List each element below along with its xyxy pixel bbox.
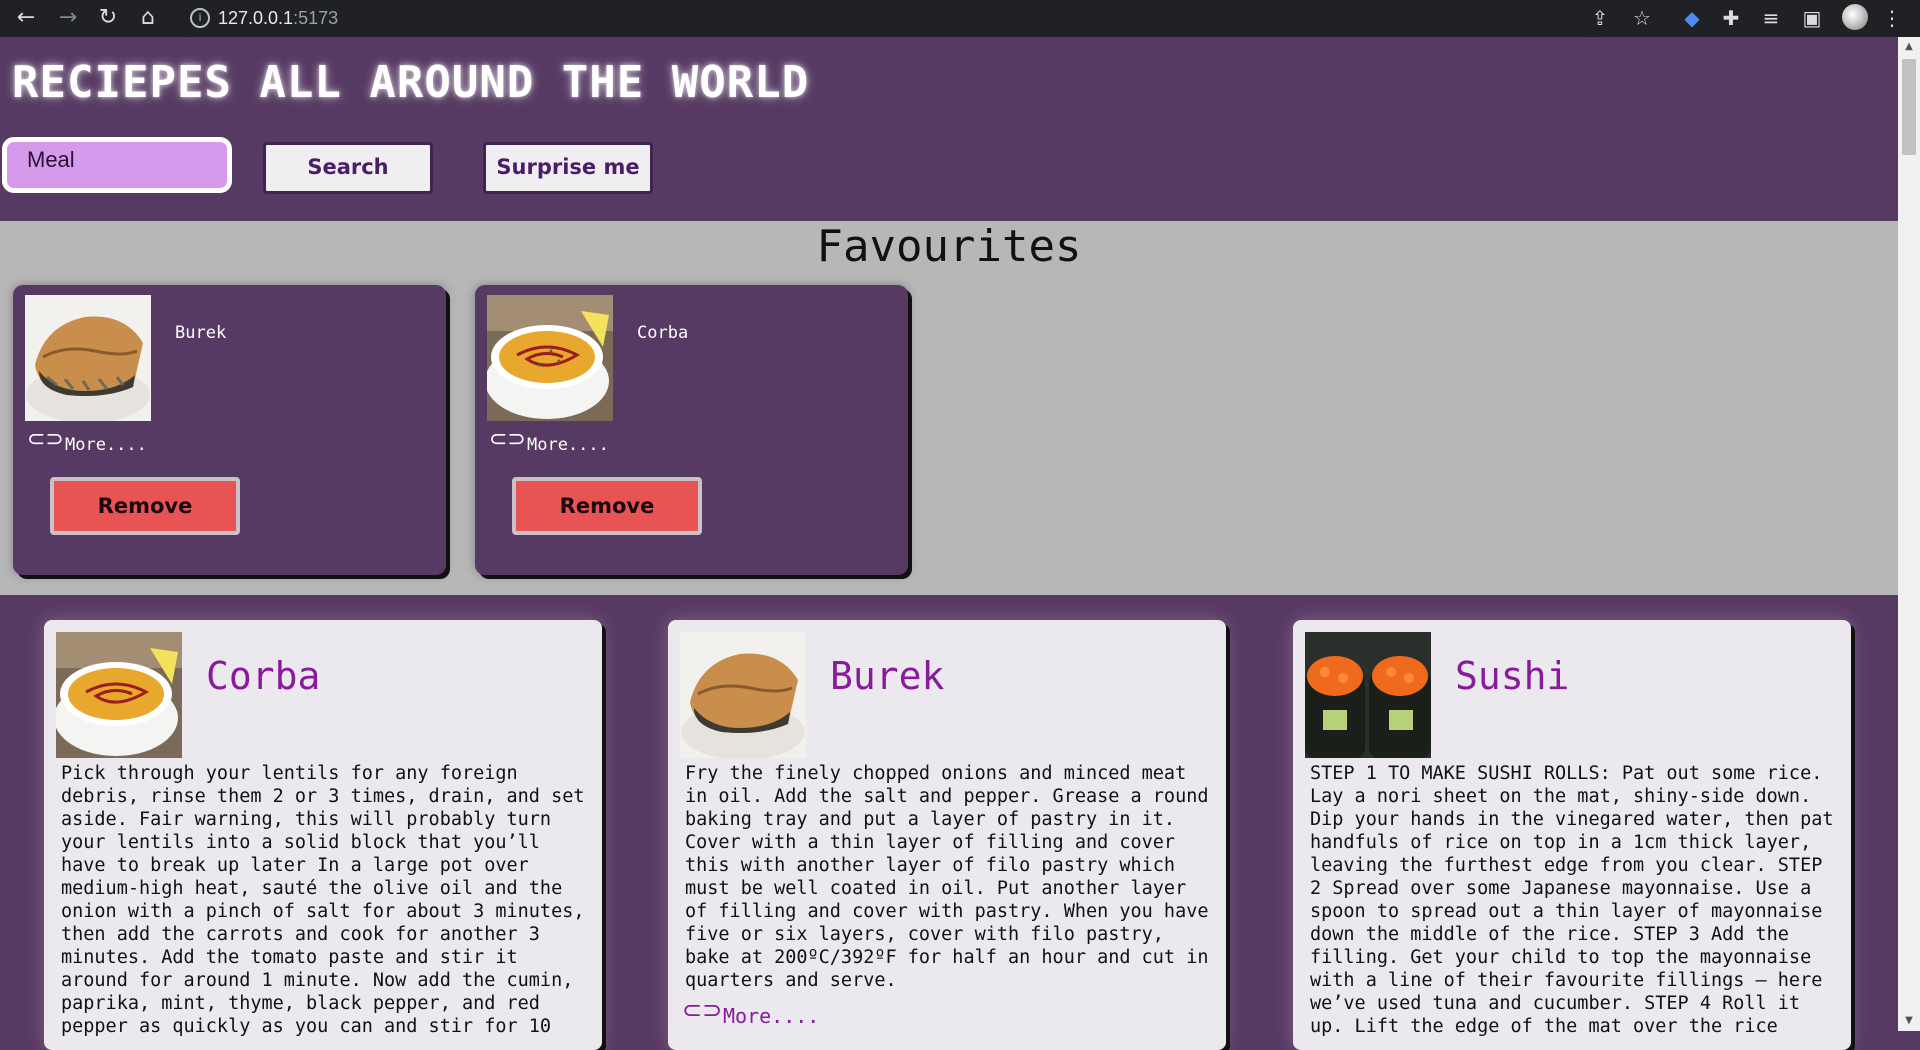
address-bar[interactable]: i 127.0.0.1:5173 (176, 2, 1606, 34)
link-icon: ⊂⊃ (682, 996, 723, 1024)
bookmark-star-icon[interactable]: ☆ (1630, 6, 1654, 30)
burek-image[interactable] (680, 632, 806, 758)
corba-image[interactable] (56, 632, 182, 758)
url-port: :5173 (293, 8, 339, 28)
share-icon[interactable]: ⇪ (1588, 6, 1612, 30)
reload-icon[interactable]: ↻ (94, 4, 122, 32)
favourites-heading: Favourites (816, 221, 1082, 272)
reading-list-icon[interactable]: ≡ (1759, 6, 1783, 30)
site-title: RECIEPES ALL AROUND THE WORLD (12, 57, 810, 108)
recipe-instructions: STEP 1 TO MAKE SUSHI ROLLS: Pat out some… (1310, 763, 1834, 1037)
burek-thumbnail[interactable] (25, 295, 151, 421)
recipe-title: Corba (206, 654, 321, 698)
search-button[interactable]: Search (263, 142, 433, 194)
scrollbar-thumb[interactable] (1902, 59, 1916, 155)
surprise-me-button[interactable]: Surprise me (483, 142, 653, 194)
sushi-image[interactable] (1305, 632, 1431, 758)
kebab-menu-icon[interactable]: ⋮ (1880, 6, 1904, 30)
favourite-name: Corba (637, 323, 689, 343)
link-icon: ⊂⊃ (489, 427, 526, 452)
page-scrollbar[interactable]: ▲ ▼ (1898, 37, 1920, 1031)
puzzle-icon[interactable]: ✚ (1719, 6, 1743, 30)
favourite-card: Corba ⊂⊃ More.... Remove (475, 285, 908, 575)
recipes-section: Corba Pick through your lentils for any … (0, 595, 1898, 1050)
favourite-card: Burek ⊂⊃ More.... Remove (13, 285, 446, 575)
corba-thumbnail[interactable] (487, 295, 613, 421)
recipe-card: Sushi STEP 1 TO MAKE SUSHI ROLLS: Pat ou… (1293, 620, 1851, 1050)
recipe-title: Sushi (1455, 654, 1570, 698)
favourites-section: Favourites Burek ⊂⊃ More.... Remove Corb… (0, 221, 1898, 595)
remove-favourite-button[interactable]: Remove (50, 477, 240, 535)
recipe-more-link[interactable]: More.... (723, 1004, 819, 1028)
remove-favourite-button[interactable]: Remove (512, 477, 702, 535)
url-text[interactable]: 127.0.0.1:5173 (218, 8, 338, 29)
home-icon[interactable]: ⌂ (134, 4, 162, 32)
favourite-more-link[interactable]: More.... (65, 435, 147, 455)
scroll-down-arrow-icon[interactable]: ▼ (1898, 1011, 1920, 1031)
side-panel-icon[interactable]: ▣ (1800, 6, 1824, 30)
forward-arrow-icon[interactable]: → (54, 4, 82, 32)
recipe-card: Corba Pick through your lentils for any … (44, 620, 602, 1050)
url-host: 127.0.0.1 (218, 8, 294, 28)
recipe-card: Burek Fry the finely chopped onions and … (668, 620, 1226, 1050)
search-input[interactable] (2, 137, 232, 193)
site-info-icon[interactable]: i (190, 8, 210, 28)
extension-icon[interactable]: ◆ (1680, 6, 1704, 30)
favourite-more-link[interactable]: More.... (527, 435, 609, 455)
back-arrow-icon[interactable]: ← (12, 4, 40, 32)
recipe-instructions: Pick through your lentils for any foreig… (61, 763, 585, 1037)
site-header: RECIEPES ALL AROUND THE WORLD Search Sur… (0, 37, 1898, 221)
browser-toolbar: ← → ↻ ⌂ i 127.0.0.1:5173 ⇪ ☆ ◆ ✚ ≡ ▣ ⋮ (0, 0, 1920, 37)
recipe-instructions: Fry the finely chopped onions and minced… (685, 763, 1209, 991)
recipe-title: Burek (830, 654, 945, 698)
scroll-up-arrow-icon[interactable]: ▲ (1898, 37, 1920, 57)
favourite-name: Burek (175, 323, 227, 343)
profile-avatar-icon[interactable] (1842, 4, 1868, 30)
link-icon: ⊂⊃ (27, 427, 64, 452)
